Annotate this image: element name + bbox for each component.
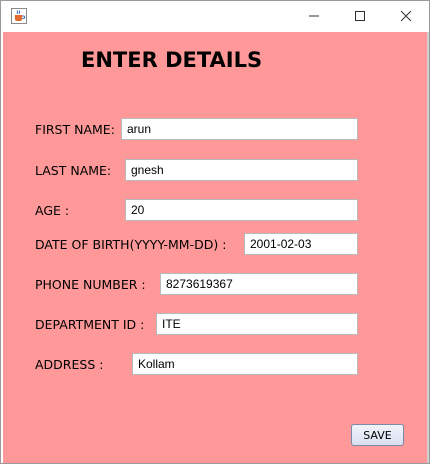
last-name-label: LAST NAME: xyxy=(35,163,112,178)
address-label: ADDRESS : xyxy=(35,357,104,372)
phone-number-label: PHONE NUMBER : xyxy=(35,277,146,292)
form-panel: ENTER DETAILS FIRST NAME: LAST NAME: AGE… xyxy=(3,32,427,463)
first-name-label: FIRST NAME: xyxy=(35,122,115,137)
title-bar[interactable] xyxy=(1,1,429,31)
department-id-label: DEPARTMENT ID : xyxy=(35,317,145,332)
save-button[interactable]: SAVE xyxy=(351,424,404,446)
page-title: ENTER DETAILS xyxy=(81,48,263,72)
java-cup-icon xyxy=(11,8,27,24)
age-field[interactable] xyxy=(125,199,358,221)
maximize-button[interactable] xyxy=(337,1,383,31)
app-window: ENTER DETAILS FIRST NAME: LAST NAME: AGE… xyxy=(0,0,430,464)
window-edge xyxy=(427,32,429,463)
first-name-field[interactable] xyxy=(121,118,358,140)
age-label: AGE : xyxy=(35,203,70,218)
dob-field[interactable] xyxy=(244,233,358,255)
phone-number-field[interactable] xyxy=(160,273,358,295)
last-name-field[interactable] xyxy=(125,159,358,181)
minimize-button[interactable] xyxy=(291,1,337,31)
department-id-field[interactable] xyxy=(156,313,358,335)
dob-label: DATE OF BIRTH(YYYY-MM-DD) : xyxy=(35,237,227,252)
close-button[interactable] xyxy=(383,1,429,31)
address-field[interactable] xyxy=(132,353,358,375)
maximize-icon xyxy=(354,7,366,26)
minimize-icon xyxy=(308,7,320,26)
close-icon xyxy=(400,7,412,26)
